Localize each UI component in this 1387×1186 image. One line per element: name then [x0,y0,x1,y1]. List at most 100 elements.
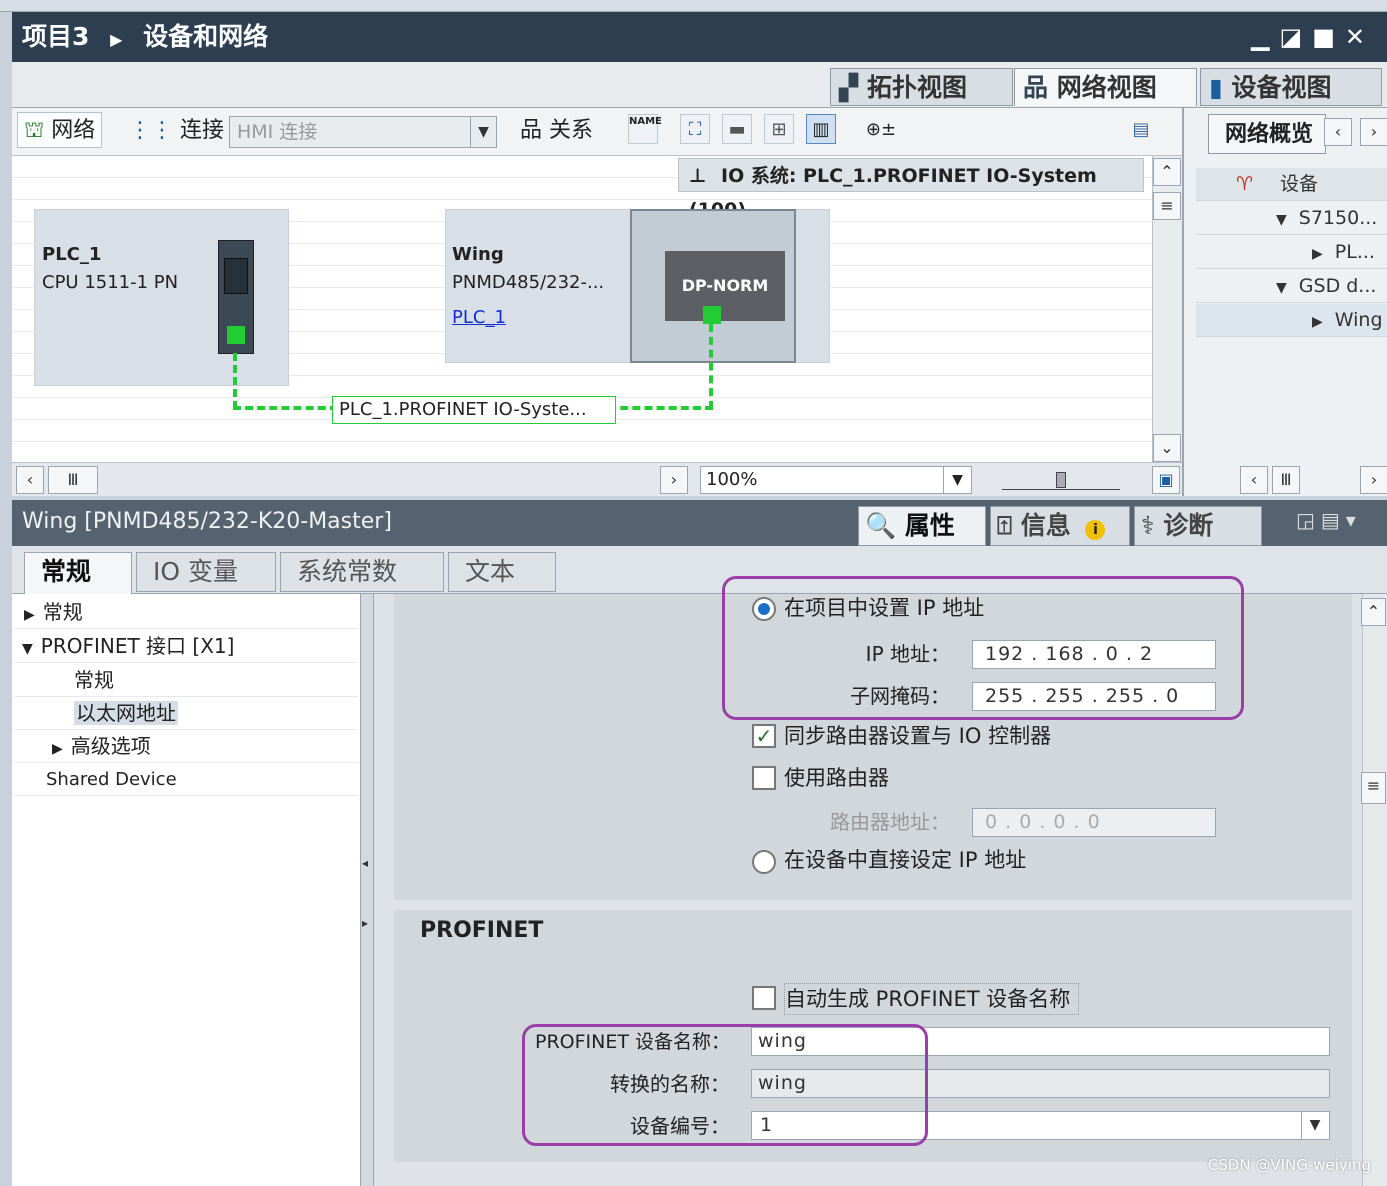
expand-arrow-icon[interactable]: ▶ [1312,246,1323,262]
profinet-line-right[interactable] [709,324,713,409]
overview-row[interactable]: ▼ S7150... [1196,202,1387,235]
expand-arrow-icon[interactable]: ▶ [52,741,63,757]
connection-type-value: HMI 连接 [237,121,318,143]
device-number-chevron-down-icon[interactable]: ▼ [1301,1112,1329,1139]
scroll-right-icon[interactable]: › [660,466,688,494]
profinet-line-left[interactable] [233,353,237,409]
scroll-left-icon[interactable]: ‹ [16,466,44,494]
properties-scroll-thumb-icon[interactable]: ≡ [1361,772,1386,804]
chevron-down-icon[interactable]: ▼ [470,117,496,147]
nav-splitter[interactable] [360,594,374,1186]
subtab-general[interactable]: 常规 [24,552,132,594]
show-names-icon[interactable]: NAME [628,114,662,144]
network-mode-button[interactable]: ⛫ 网络 [17,112,103,148]
overview-row-selected[interactable]: ▶ Wing [1196,304,1387,337]
auto-generate-name-checkbox[interactable] [752,986,776,1010]
scroll-up-icon[interactable]: ⌃ [1153,158,1181,186]
properties-title: Wing [PNMD485/232-K20-Master] [22,509,392,534]
subtab-system-constants[interactable]: 系统常数 [280,552,444,592]
expand-arrow-icon[interactable]: ▼ [1276,212,1287,228]
overview-row[interactable]: ▶ PL... [1196,236,1387,269]
nav-item-label: 以太网地址 [74,701,178,725]
properties-icon: 🔍 [865,511,897,540]
overview-scroll-right-icon[interactable]: › [1360,466,1387,494]
wing-port-icon[interactable] [703,306,721,324]
nav-item-shared-device[interactable]: Shared Device [14,763,358,796]
connection-mode-label: 连接 [180,118,225,143]
set-ip-on-device-label: 在设备中直接设定 IP 地址 [784,848,1027,872]
tab-network-view[interactable]: 品 网络视图 [1014,68,1197,106]
zoom-slider[interactable] [1002,472,1120,490]
expand-arrow-icon[interactable]: ▼ [1276,280,1287,296]
breadcrumb-page: 设备和网络 [143,22,269,51]
zoom-chevron-down-icon[interactable]: ▼ [943,467,971,493]
dp-norm-module[interactable]: DP-NORM [665,251,785,321]
connection-mode-button[interactable]: ⋮⋮ 连接 [122,112,231,148]
set-ip-on-device-radio[interactable] [752,850,776,874]
sync-router-checkbox[interactable]: ✓ [752,724,776,748]
overview-row-label: S7150... [1298,207,1378,229]
use-router-checkbox[interactable] [752,766,776,790]
plc-port-icon[interactable] [227,326,245,344]
subnet-label[interactable]: PLC_1.PROFINET IO-Syste... [332,396,616,424]
top-toolbar-strip [0,0,1387,12]
tab-properties-label: 属性 [904,511,955,540]
tab-info-label: 信息 [1020,511,1071,540]
hscroll-thumb-icon[interactable]: Ⅲ [48,466,98,494]
tab-properties[interactable]: 🔍 属性 [858,506,986,546]
address-icon[interactable]: ⛶ [680,114,710,144]
zoom-select[interactable]: 100% ▼ [700,466,972,494]
relations-icon: 品 [520,118,543,143]
overview-icon[interactable]: ▣ [1152,466,1180,494]
tab-network-overview[interactable]: 网络概览 [1208,114,1326,154]
expand-right-icon[interactable]: ▸ [362,916,368,930]
relations-button[interactable]: 品 关系 [513,112,600,148]
overview-tab-left-icon[interactable]: ‹ [1324,118,1352,146]
tab-topology-view[interactable]: ▞ 拓扑视图 [830,68,1013,106]
properties-scroll-up-icon[interactable]: ⌃ [1361,598,1386,626]
expand-arrow-icon[interactable]: ▶ [24,607,35,623]
tab-info[interactable]: ⍐ 信息 i [990,506,1130,546]
expand-arrow-icon[interactable]: ▶ [1312,314,1323,330]
grid-icon[interactable]: ⊞ [764,114,794,144]
nav-item-interface-general[interactable]: 常规 [14,664,358,697]
window-controls[interactable]: ▁◪■✕ [1251,12,1375,62]
wing-device-type: PNMD485/232-... [452,272,605,293]
editor-title-bar: 项目3 ▶ 设备和网络 [12,12,1387,62]
breadcrumb-project[interactable]: 项目3 [22,22,89,51]
connection-type-select[interactable]: HMI 连接 ▼ [229,116,497,148]
zoom-icon[interactable]: ⊕± [852,114,910,144]
watermark: CSDN @VING-weiying [1207,1156,1371,1174]
overview-row[interactable]: ▼ GSD d... [1196,270,1387,303]
zoom-value: 100% [706,469,758,490]
tab-device-view[interactable]: ▮ 设备视图 [1200,68,1382,106]
scroll-down-icon[interactable]: ⌄ [1153,434,1181,462]
router-address-field[interactable]: 0 . 0 . 0 . 0 [972,808,1216,837]
overview-tab-right-icon[interactable]: › [1360,118,1387,146]
nav-item-ethernet-address[interactable]: 以太网地址 [14,697,358,730]
subtab-io-tags[interactable]: IO 变量 [136,552,276,592]
scroll-thumb-icon[interactable]: ≡ [1153,192,1181,220]
subtab-texts[interactable]: 文本 [448,552,556,592]
tab-diagnostics-label: 诊断 [1163,511,1214,540]
connection-icon: ⋮⋮ [129,118,173,143]
overview-scroll-left-icon[interactable]: ‹ [1240,466,1268,494]
overview-hscroll-thumb-icon[interactable]: Ⅲ [1272,466,1300,494]
table-toggle-icon[interactable]: ▥ [806,114,836,144]
overview-toggle-icon[interactable]: ▤ [1126,114,1156,144]
nav-item-profinet-interface[interactable]: ▼ PROFINET 接口 [X1] [14,630,358,663]
nav-item-general[interactable]: ▶ 常规 [14,596,358,629]
nav-item-advanced-options[interactable]: ▶ 高级选项 [14,730,358,763]
tab-diagnostics[interactable]: ⚕ 诊断 [1134,506,1262,546]
wing-controller-link[interactable]: PLC_1 [452,303,506,333]
properties-vertical-scrollbar[interactable] [1362,594,1387,1186]
expand-arrow-icon[interactable]: ▼ [22,641,33,657]
collapse-left-icon[interactable]: ◂ [362,856,368,870]
zoom-slider-handle[interactable] [1056,472,1066,488]
pin-icon[interactable]: ⊥ [689,165,706,187]
nav-item-label: Shared Device [46,769,177,790]
page-break-icon[interactable]: ▬ [722,114,752,144]
topology-icon: ▞ [839,73,859,102]
plc-display-icon [224,258,248,294]
panel-controls-icon[interactable]: ◲▤▾ [1296,508,1362,532]
